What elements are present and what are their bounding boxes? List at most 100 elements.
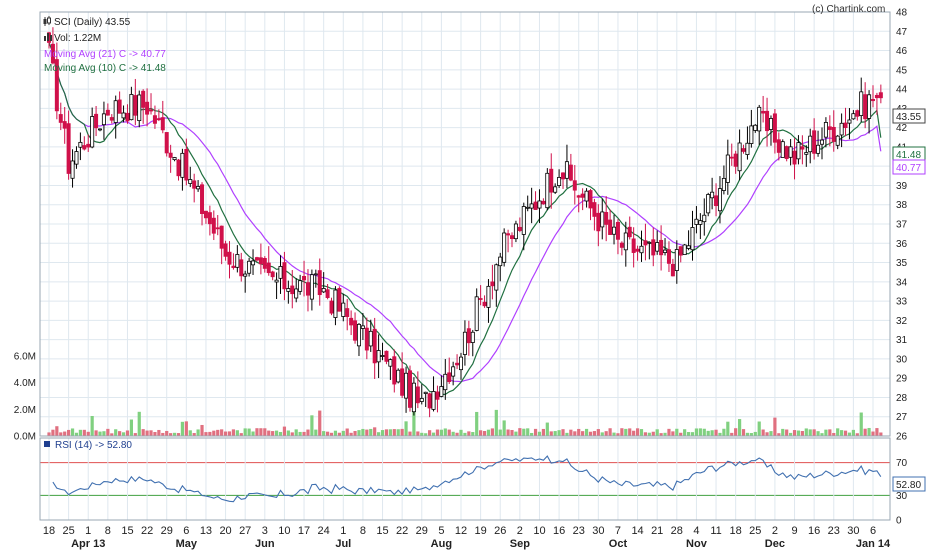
candle-body	[651, 239, 656, 256]
candle-body	[706, 194, 711, 214]
candle-body	[192, 180, 197, 189]
volume-bar	[549, 431, 553, 436]
volume-bar	[114, 429, 118, 436]
candle-body	[498, 256, 503, 267]
candle-body	[458, 356, 463, 371]
volume-bar	[404, 421, 408, 436]
month-label: Dec	[765, 538, 785, 550]
price-tick-label: 47	[896, 27, 908, 38]
x-tick-label: 6	[870, 525, 876, 537]
volume-bar	[212, 430, 216, 436]
volume-bar	[792, 430, 797, 436]
candle-body	[541, 200, 546, 205]
volume-bar	[836, 428, 840, 436]
x-tick-label: 8	[360, 525, 366, 537]
candle-body	[639, 245, 644, 254]
badge-ma21-text: 40.77	[896, 163, 921, 174]
candle-body	[513, 223, 518, 240]
candle-body	[337, 288, 342, 312]
candle-body	[678, 246, 683, 256]
candle-body	[231, 265, 236, 268]
volume-bar	[726, 421, 730, 436]
candle-body	[561, 172, 566, 180]
candle-body	[98, 128, 103, 131]
volume-bar	[333, 430, 338, 436]
candle-body	[525, 206, 530, 209]
candle-body	[714, 195, 719, 207]
volume-bar	[757, 421, 761, 436]
candle-body	[745, 142, 750, 155]
candle-body	[439, 386, 444, 397]
volume-bar	[557, 430, 561, 436]
x-tick-label: 27	[239, 525, 251, 537]
candle-body	[635, 248, 640, 252]
candle-body	[145, 101, 150, 115]
candle-body	[749, 125, 754, 144]
month-label: Nov	[686, 538, 708, 550]
candle-body	[294, 288, 299, 299]
candle-body	[364, 327, 369, 351]
volume-bar	[796, 430, 801, 436]
volume-bar	[710, 430, 714, 436]
candle-body	[203, 210, 208, 219]
candle-body	[670, 263, 675, 277]
volume-bar	[761, 429, 765, 436]
candle-body	[74, 151, 79, 165]
volume-bar	[310, 415, 314, 436]
candle-body	[101, 113, 106, 126]
volume-bar	[94, 430, 98, 436]
volume-bar	[121, 432, 126, 436]
volume-bar	[231, 429, 236, 436]
candle-body	[196, 186, 201, 190]
candle-body	[682, 244, 687, 256]
candle-body	[808, 135, 813, 153]
candle-body	[776, 139, 781, 153]
stock-chart: 2627282930313233343536373839404142434445…	[0, 0, 930, 551]
volume-bar	[435, 429, 440, 436]
candle-body	[156, 118, 161, 121]
volume-bar	[380, 430, 385, 436]
volume-bar	[541, 428, 545, 436]
volume-bar	[502, 420, 506, 436]
candle-body	[874, 94, 879, 99]
x-tick-label: 3	[262, 525, 268, 537]
volume-bar	[482, 430, 487, 436]
candle-body	[172, 157, 177, 161]
candle-body	[564, 161, 569, 179]
legend-rsi-label: RSI (14) -> 52.80	[55, 440, 132, 451]
volume-bar	[184, 421, 188, 436]
x-tick-label: 2	[517, 525, 523, 537]
volume-bar	[816, 431, 820, 436]
candle-body	[827, 126, 832, 130]
legend-price: SCI (Daily) 43.55	[43, 16, 131, 28]
candle-body	[117, 99, 122, 114]
volume-bar	[428, 430, 432, 436]
volume-bar	[78, 429, 82, 436]
x-tick-label: 21	[651, 525, 663, 537]
badge-ma21: 40.77	[892, 159, 926, 175]
volume-bar	[361, 428, 365, 436]
month-label: Apr 13	[71, 538, 105, 550]
volume-bar	[581, 431, 585, 436]
volume-bar	[828, 429, 832, 436]
volume-bar	[204, 432, 208, 436]
candle-body	[576, 195, 581, 198]
price-tick-label: 29	[896, 374, 908, 385]
candle-body	[466, 328, 471, 344]
candle-body	[251, 260, 256, 266]
volume-bar	[714, 429, 718, 436]
volume-bar	[667, 428, 671, 436]
candle-body	[286, 288, 291, 292]
candle-body	[305, 282, 310, 296]
candle-body	[784, 146, 789, 160]
candle-body	[627, 226, 632, 238]
candle-body	[70, 160, 75, 179]
candle-body	[792, 150, 797, 165]
volume-bar	[588, 431, 593, 436]
volume-bar	[70, 428, 75, 436]
candle-body	[211, 217, 216, 234]
candle-body	[86, 143, 91, 148]
candle-body	[600, 211, 605, 228]
volume-bar	[612, 432, 616, 436]
volume-bar	[90, 415, 94, 436]
